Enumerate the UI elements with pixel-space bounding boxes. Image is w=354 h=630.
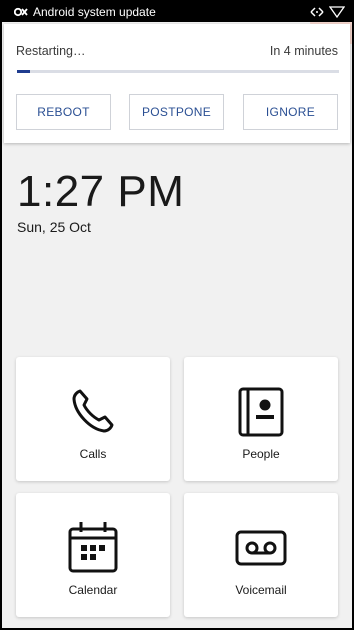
signal-icon [310, 7, 324, 17]
tile-calendar[interactable]: Calendar [16, 493, 170, 617]
tile-calendar-label: Calendar [68, 583, 118, 597]
tile-people[interactable]: People [184, 357, 338, 481]
tile-people-label: People [242, 447, 280, 461]
phone-icon [72, 389, 114, 433]
clock-time: 1:27 PM [17, 167, 185, 216]
home-screen: Android system update Restarting… In 4 m… [2, 2, 352, 628]
update-countdown: In 4 minutes [269, 44, 338, 58]
status-bar-notification-title: Android system update [33, 5, 156, 19]
restart-progress-bar [17, 70, 339, 73]
tile-voicemail-label: Voicemail [235, 583, 287, 597]
restart-progress-fill [17, 70, 30, 73]
contacts-book-icon [238, 387, 284, 437]
clock-date: Sun, 25 Oct [17, 219, 91, 235]
update-notification-card[interactable]: Restarting… In 4 minutes REBOOT POSTPONE… [4, 24, 350, 143]
voicemail-icon [235, 530, 287, 566]
postpone-button[interactable]: POSTPONE [129, 94, 224, 130]
tile-calls-label: Calls [79, 447, 107, 461]
ignore-button[interactable]: IGNORE [243, 94, 338, 130]
calendar-icon [68, 522, 118, 573]
tile-calls[interactable]: Calls [16, 357, 170, 481]
tile-voicemail[interactable]: Voicemail [184, 493, 338, 617]
status-bar[interactable]: Android system update [2, 2, 352, 22]
reboot-button[interactable]: REBOOT [16, 94, 111, 130]
wifi-icon [329, 6, 345, 18]
update-status-text: Restarting… [16, 44, 86, 58]
system-update-icon [14, 7, 28, 17]
